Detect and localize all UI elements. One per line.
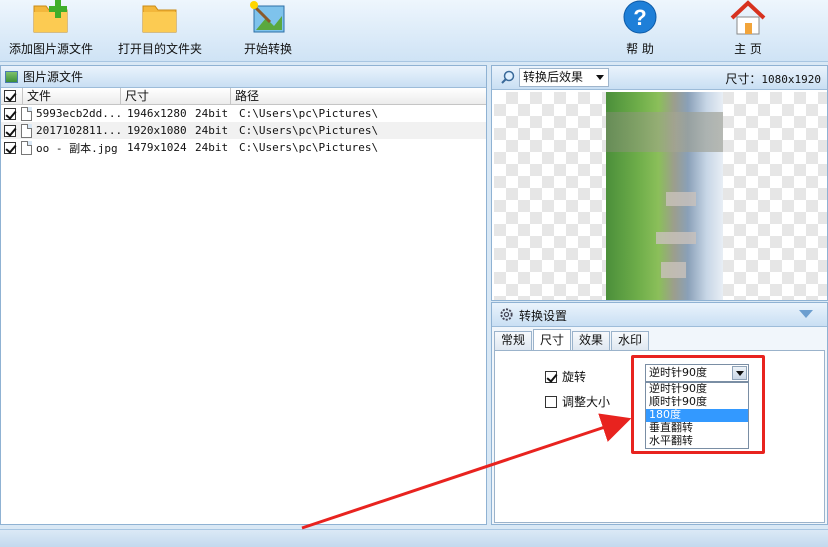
rotate-label: 旋转	[562, 370, 587, 384]
magnifier-icon	[501, 70, 515, 84]
rotate-select[interactable]: 逆时针90度	[645, 364, 749, 382]
home-label: 主 页	[734, 42, 762, 56]
collapse-icon[interactable]	[799, 310, 813, 318]
help-label: 帮 助	[626, 42, 654, 56]
file-row[interactable]: 5993ecb2dd... 1946x1280 24bit C:\Users\p…	[1, 105, 486, 122]
source-panel-header: 图片源文件	[1, 66, 486, 88]
home-icon	[730, 0, 766, 35]
image-icon	[5, 70, 18, 83]
file-path: C:\Users\pc\Pictures\	[239, 107, 379, 120]
help-button[interactable]: ? 帮 助	[612, 0, 668, 62]
settings-tabs: 常规 尺寸 效果 水印	[494, 329, 650, 350]
resize-option[interactable]: 调整大小	[545, 393, 610, 410]
preview-mode-value: 转换后效果	[523, 70, 584, 84]
source-panel-title: 图片源文件	[23, 70, 84, 84]
settings-title: 转换设置	[519, 309, 568, 323]
preview-mode-dropdown[interactable]: 转换后效果	[519, 68, 609, 87]
tab-effect[interactable]: 效果	[572, 331, 611, 350]
settings-header: 转换设置	[492, 303, 827, 327]
status-bar	[0, 529, 828, 547]
svg-text:?: ?	[633, 5, 646, 30]
file-resolution: 1946x1280	[127, 107, 187, 120]
column-header-size[interactable]: 尺寸	[121, 88, 231, 104]
open-target-folder-button[interactable]: 打开目的文件夹	[114, 0, 206, 62]
size-tab-body: 旋转 调整大小 逆时针90度 逆时针90度 顺时针90度 180度 垂直翻转 水…	[494, 350, 825, 523]
tab-watermark[interactable]: 水印	[611, 331, 650, 350]
tab-general[interactable]: 常规	[494, 331, 533, 350]
rotate-option-cw90[interactable]: 顺时针90度	[646, 396, 748, 409]
file-name: 5993ecb2dd...	[36, 107, 123, 120]
resize-label: 调整大小	[562, 395, 611, 409]
file-icon	[21, 140, 32, 155]
file-name: oo - 副本.jpg	[36, 141, 118, 155]
resize-checkbox[interactable]	[545, 395, 557, 408]
file-path: C:\Users\pc\Pictures\	[239, 141, 379, 154]
file-resolution: 1920x1080	[127, 124, 187, 137]
column-header-path[interactable]: 路径	[231, 88, 486, 104]
file-checkbox[interactable]	[4, 141, 16, 154]
file-row[interactable]: 2017102811... 1920x1080 24bit C:\Users\p…	[1, 122, 486, 139]
magic-wand-icon	[250, 1, 285, 33]
rotate-option-flip-horizontal[interactable]: 水平翻转	[646, 435, 748, 448]
file-icon	[21, 106, 32, 121]
rotate-option[interactable]: 旋转	[545, 368, 586, 385]
preview-canvas	[494, 92, 827, 300]
folder-add-icon	[33, 0, 68, 33]
preview-image	[606, 92, 723, 300]
rotate-checkbox[interactable]	[545, 370, 557, 383]
chevron-down-icon[interactable]	[732, 366, 747, 380]
folder-icon	[142, 5, 177, 33]
file-path: C:\Users\pc\Pictures\	[239, 124, 379, 137]
select-all-checkbox-cell[interactable]	[1, 88, 23, 104]
rotate-option-180[interactable]: 180度	[646, 409, 748, 422]
rotate-option-flip-vertical[interactable]: 垂直翻转	[646, 422, 748, 435]
file-resolution: 1479x1024	[127, 141, 187, 154]
rotate-option-ccw90[interactable]: 逆时针90度	[646, 383, 748, 396]
start-convert-label: 开始转换	[243, 42, 292, 56]
add-source-button[interactable]: 添加图片源文件	[5, 0, 97, 62]
preview-panel: 转换后效果 尺寸：1080x1920	[491, 65, 828, 301]
file-name: 2017102811...	[36, 124, 123, 137]
rotate-select-value: 逆时针90度	[649, 366, 707, 379]
rotate-options-list: 逆时针90度 顺时针90度 180度 垂直翻转 水平翻转	[645, 382, 749, 449]
file-list-header: 文件 尺寸 路径	[1, 88, 486, 105]
help-icon: ?	[623, 0, 657, 34]
file-depth: 24bit	[195, 141, 229, 154]
select-all-checkbox[interactable]	[4, 90, 16, 102]
source-files-panel: 图片源文件 文件 尺寸 路径 5993ecb2dd... 1946x1280 2…	[0, 65, 487, 525]
preview-size-value: 1080x1920	[761, 73, 821, 86]
tab-size[interactable]: 尺寸	[533, 329, 572, 350]
file-checkbox[interactable]	[4, 107, 16, 120]
file-list: 5993ecb2dd... 1946x1280 24bit C:\Users\p…	[1, 105, 486, 156]
toolbar: 添加图片源文件 打开目的文件夹 开始转换 ? 帮 助 主 页	[0, 0, 828, 62]
start-convert-button[interactable]: 开始转换	[236, 0, 300, 62]
file-row[interactable]: oo - 副本.jpg 1479x1024 24bit C:\Users\pc\…	[1, 139, 486, 156]
file-checkbox[interactable]	[4, 124, 16, 137]
column-header-file[interactable]: 文件	[23, 88, 121, 104]
preview-header: 转换后效果 尺寸：1080x1920	[492, 66, 827, 90]
convert-settings-panel: 转换设置 常规 尺寸 效果 水印 旋转 调整大小 逆时针90度 逆时针90度 顺…	[491, 302, 828, 525]
home-button[interactable]: 主 页	[720, 0, 776, 62]
preview-size: 尺寸：1080x1920	[725, 70, 821, 87]
add-source-label: 添加图片源文件	[8, 42, 93, 56]
open-target-label: 打开目的文件夹	[117, 42, 202, 56]
file-icon	[21, 123, 32, 138]
file-depth: 24bit	[195, 124, 229, 137]
gear-icon	[500, 308, 513, 321]
chevron-down-icon	[596, 75, 604, 80]
file-depth: 24bit	[195, 107, 229, 120]
preview-size-label: 尺寸：	[725, 72, 762, 86]
